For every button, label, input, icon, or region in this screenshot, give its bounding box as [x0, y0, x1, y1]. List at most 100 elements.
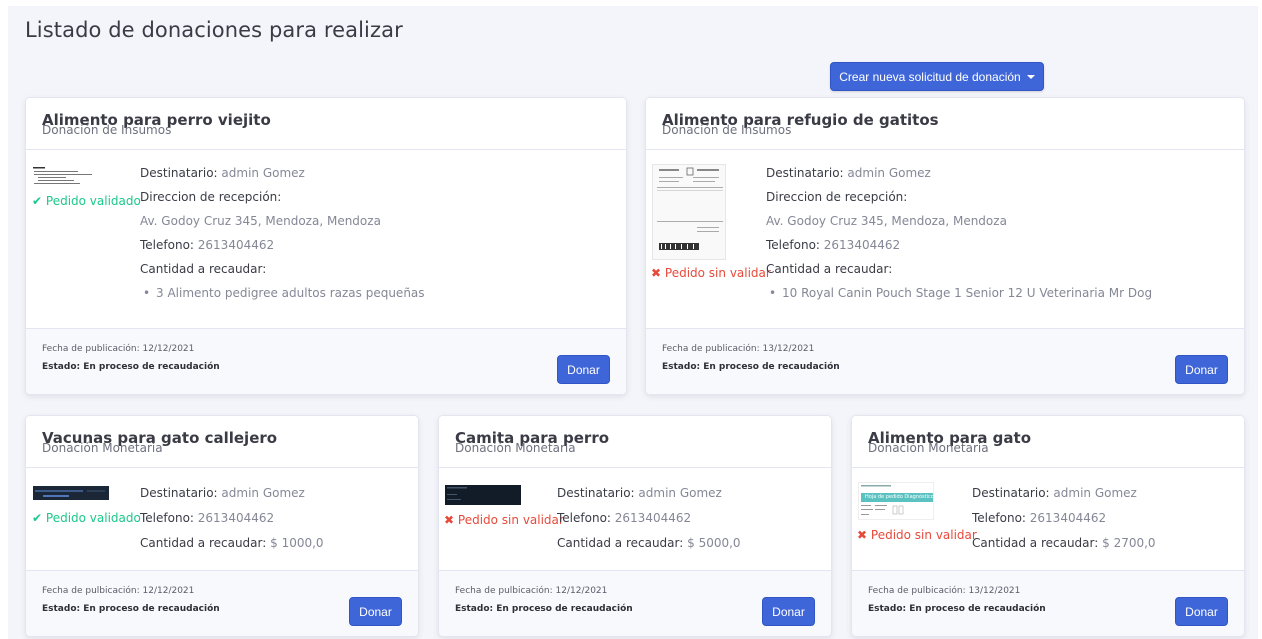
card-subtitle: Donación Monetaria — [42, 441, 163, 455]
status-validated: ✔ Pedido validado — [32, 511, 141, 525]
donation-state: Estado: En proceso de recaudación — [42, 604, 220, 614]
page-content: Listado de donaciones para realizar Crea… — [8, 6, 1258, 639]
amount-line: Cantidad a recaudar: $ 2700,0 — [972, 536, 1156, 550]
status-not-validated: ✖ Pedido sin validar — [651, 266, 771, 280]
recipient-line: Destinatario: admin Gomez — [140, 486, 305, 500]
status-not-validated: ✖ Pedido sin validar — [444, 513, 564, 527]
recipient-value: admin Gomez — [1053, 486, 1137, 500]
card-subtitle: Donación Monetaria — [455, 441, 576, 455]
card-footer: Fecha de pulbicación: 12/12/2021 Estado:… — [26, 570, 418, 636]
donation-state: Estado: En proceso de recaudación — [662, 362, 840, 372]
phone-value: 2613404462 — [197, 238, 275, 252]
phone-line: Telefono: 2613404462 — [557, 511, 691, 525]
x-icon: ✖ — [444, 513, 455, 527]
phone-line: Telefono: 2613404462 — [140, 511, 274, 525]
phone-label: Telefono: — [140, 511, 194, 525]
phone-value: 2613404462 — [614, 511, 692, 525]
amount-line: Cantidad a recaudar: $ 5000,0 — [557, 536, 741, 550]
card-header: Camita para perro Donación Monetaria — [439, 416, 831, 468]
amount-label: Cantidad a recaudar: — [140, 262, 267, 276]
card-subtitle: Donación Monetaria — [868, 441, 989, 455]
card-header: Alimento para perro viejito Donación de … — [26, 98, 626, 150]
address-label: Direccion de recepción: — [140, 190, 282, 204]
donate-button[interactable]: Donar — [557, 355, 610, 384]
card-footer: Fecha de pulbicación: 13/12/2021 Estado:… — [852, 570, 1244, 636]
card-footer: Fecha de pulbicación: 12/12/2021 Estado:… — [439, 570, 831, 636]
address-value: Av. Godoy Cruz 345, Mendoza, Mendoza — [140, 214, 381, 228]
address-label: Direccion de recepción: — [766, 190, 908, 204]
recipient-value: admin Gomez — [638, 486, 722, 500]
recipient-line: Destinatario: admin Gomez — [766, 166, 931, 180]
list-item: 10 Royal Canin Pouch Stage 1 Senior 12 U… — [769, 286, 1152, 300]
donate-button[interactable]: Donar — [762, 597, 815, 626]
publication-date: Fecha de pulbicación: 13/12/2021 — [868, 586, 1021, 596]
donation-card: Alimento para gato Donación Monetaria Ho… — [851, 415, 1245, 637]
recipient-label: Destinatario: — [557, 486, 635, 500]
phone-label: Telefono: — [972, 511, 1026, 525]
recipient-line: Destinatario: admin Gomez — [140, 166, 305, 180]
amount-line: Cantidad a recaudar: $ 1000,0 — [140, 536, 324, 550]
donate-button[interactable]: Donar — [1175, 597, 1228, 626]
phone-label: Telefono: — [557, 511, 611, 525]
publication-date: Fecha de publicación: 13/12/2021 — [662, 344, 815, 354]
phone-line: Telefono: 2613404462 — [766, 238, 900, 252]
publication-date: Fecha de pulbicación: 12/12/2021 — [455, 586, 608, 596]
amount-label: Cantidad a recaudar: — [557, 536, 684, 550]
status-not-validated: ✖ Pedido sin validar — [857, 528, 977, 542]
recipient-label: Destinatario: — [140, 486, 218, 500]
recipient-line: Destinatario: admin Gomez — [557, 486, 722, 500]
donate-button[interactable]: Donar — [349, 597, 402, 626]
phone-line: Telefono: 2613404462 — [972, 511, 1106, 525]
x-icon: ✖ — [857, 528, 868, 542]
recipient-value: admin Gomez — [847, 166, 931, 180]
request-screenshot-thumbnail[interactable] — [33, 486, 109, 500]
status-label: Pedido validado — [45, 194, 141, 208]
donation-state: Estado: En proceso de recaudación — [868, 604, 1046, 614]
amount-value: $ 2700,0 — [1102, 536, 1156, 550]
card-header: Alimento para refugio de gatitos Donació… — [646, 98, 1244, 150]
donation-card: Alimento para refugio de gatitos Donació… — [645, 97, 1245, 395]
status-validated: ✔ Pedido validado — [32, 194, 141, 208]
donation-card: Camita para perro Donación Monetaria ✖ P… — [438, 415, 832, 637]
diagnostic-sheet-thumbnail[interactable]: Hoja de pedido Diagnóstico — [858, 482, 934, 520]
phone-value: 2613404462 — [197, 511, 275, 525]
create-donation-request-button[interactable]: Crear nueva solicitud de donación — [830, 62, 1044, 91]
card-subtitle: Donación de Insumos — [662, 123, 792, 137]
donation-card: Alimento para perro viejito Donación de … — [25, 97, 627, 395]
status-label: Pedido sin validar — [664, 266, 771, 280]
card-footer: Fecha de publicación: 13/12/2021 Estado:… — [646, 328, 1244, 394]
donation-card: Vacunas para gato callejero Donación Mon… — [25, 415, 419, 637]
request-screenshot-thumbnail[interactable] — [445, 485, 521, 505]
page-title: Listado de donaciones para realizar — [25, 18, 403, 42]
thumbnail-caption: Hoja de pedido Diagnóstico — [865, 494, 934, 500]
address-value: Av. Godoy Cruz 345, Mendoza, Mendoza — [766, 214, 1007, 228]
card-header: Alimento para gato Donación Monetaria — [852, 416, 1244, 468]
card-footer: Fecha de publicación: 12/12/2021 Estado:… — [26, 328, 626, 394]
recipient-value: admin Gomez — [221, 486, 305, 500]
recipient-label: Destinatario: — [766, 166, 844, 180]
phone-line: Telefono: 2613404462 — [140, 238, 274, 252]
donation-state: Estado: En proceso de recaudación — [42, 362, 220, 372]
caret-down-icon — [1026, 74, 1035, 79]
card-subtitle: Donación de Insumos — [42, 123, 172, 137]
request-document-thumbnail[interactable] — [32, 166, 112, 188]
recipient-label: Destinatario: — [140, 166, 218, 180]
phone-value: 2613404462 — [1029, 511, 1107, 525]
recipient-line: Destinatario: admin Gomez — [972, 486, 1137, 500]
x-icon: ✖ — [651, 266, 662, 280]
phone-label: Telefono: — [766, 238, 820, 252]
check-icon: ✔ — [32, 511, 43, 525]
donation-state: Estado: En proceso de recaudación — [455, 604, 633, 614]
list-item: 3 Alimento pedigree adultos razas pequeñ… — [143, 286, 425, 300]
amount-value: $ 5000,0 — [687, 536, 741, 550]
create-button-label: Crear nueva solicitud de donación — [839, 69, 1021, 84]
recipient-value: admin Gomez — [221, 166, 305, 180]
amount-label: Cantidad a recaudar: — [140, 536, 267, 550]
amount-label: Cantidad a recaudar: — [766, 262, 893, 276]
phone-label: Telefono: — [140, 238, 194, 252]
card-header: Vacunas para gato callejero Donación Mon… — [26, 416, 418, 468]
check-icon: ✔ — [32, 194, 43, 208]
publication-date: Fecha de pulbicación: 12/12/2021 — [42, 586, 195, 596]
invoice-thumbnail[interactable] — [652, 164, 726, 260]
donate-button[interactable]: Donar — [1175, 355, 1228, 384]
